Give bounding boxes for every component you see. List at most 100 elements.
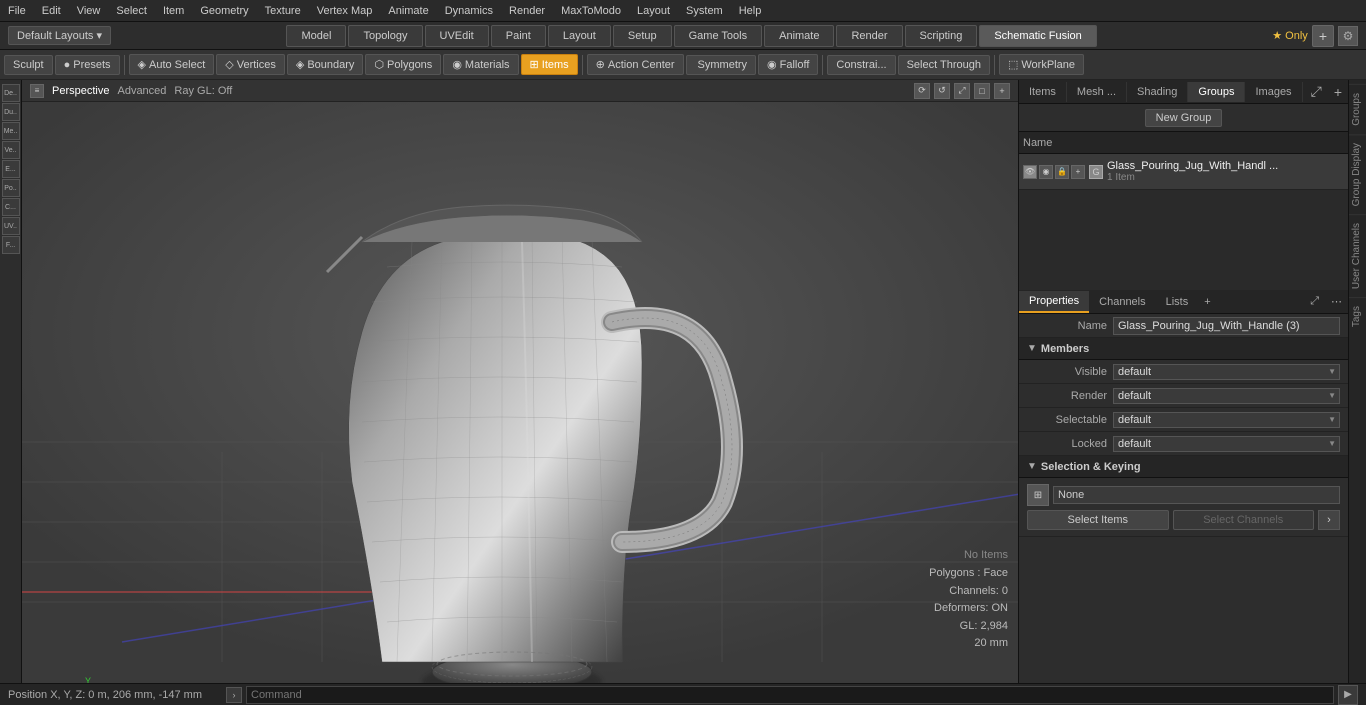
tab-paint[interactable]: Paint [491,25,546,47]
tab-uvedit[interactable]: UVEdit [425,25,489,47]
menu-system[interactable]: System [678,3,731,19]
visible-dropdown[interactable]: default [1113,364,1340,380]
sidebar-item-7[interactable]: C... [2,198,20,216]
menu-item[interactable]: Item [155,3,192,19]
group-item[interactable]: 👁 ◉ 🔒 + G Glass_Pouring_Jug_With_Handl .… [1019,154,1348,190]
locked-dropdown[interactable]: default [1113,436,1340,452]
viewport-menu-icon[interactable]: ≡ [30,84,44,98]
viewport-shading-label[interactable]: Advanced [117,85,166,97]
members-section-header[interactable]: ▼ Members [1019,338,1348,360]
group-lock-icon[interactable]: 🔒 [1055,165,1069,179]
tab-schematic-fusion[interactable]: Schematic Fusion [979,25,1096,47]
edge-tab-user-channels[interactable]: User Channels [1349,214,1366,297]
sculpt-button[interactable]: Sculpt [4,55,53,75]
materials-button[interactable]: ◉ Materials [443,54,518,75]
group-visibility-icon[interactable]: 👁 [1023,165,1037,179]
edge-tab-groups[interactable]: Groups [1349,84,1366,134]
items-button[interactable]: ⊞ Items [521,54,578,75]
tab-scripting[interactable]: Scripting [905,25,978,47]
add-layout-button[interactable]: + [1312,25,1334,47]
viewport[interactable]: ≡ Perspective Advanced Ray GL: Off ⟳ ↺ ⤢… [22,80,1018,683]
polygons-button[interactable]: ⬡ Polygons [365,54,441,75]
tab-animate[interactable]: Animate [764,25,834,47]
menu-help[interactable]: Help [731,3,770,19]
tab-topology[interactable]: Topology [348,25,422,47]
select-through-button[interactable]: Select Through [898,55,990,75]
selectable-dropdown[interactable]: default [1113,412,1340,428]
sidebar-item-6[interactable]: Po.. [2,179,20,197]
render-dropdown[interactable]: default [1113,388,1340,404]
menu-texture[interactable]: Texture [257,3,309,19]
sidebar-item-5[interactable]: E... [2,160,20,178]
rp-expand-btn[interactable]: ⤢ [1305,81,1328,102]
tab-model[interactable]: Model [286,25,346,47]
menu-geometry[interactable]: Geometry [192,3,256,19]
sk-expand-button[interactable]: › [1318,510,1340,530]
tab-setup[interactable]: Setup [613,25,672,47]
sidebar-item-4[interactable]: Ve.. [2,141,20,159]
rp-tab-mesh[interactable]: Mesh ... [1067,82,1127,102]
props-tab-lists[interactable]: Lists [1156,292,1199,312]
new-group-button[interactable]: New Group [1145,109,1223,127]
menu-vertexmap[interactable]: Vertex Map [309,3,381,19]
command-icon[interactable]: › [226,687,242,703]
sk-section-header[interactable]: ▼ Selection & Keying [1019,456,1348,478]
viewport-btn-3[interactable]: ⤢ [954,83,970,99]
auto-select-button[interactable]: ◈ Auto Select [129,54,215,75]
sidebar-item-1[interactable]: De.. [2,84,20,102]
menu-edit[interactable]: Edit [34,3,69,19]
rp-tab-images[interactable]: Images [1245,82,1302,102]
menu-layout[interactable]: Layout [629,3,678,19]
sidebar-item-8[interactable]: UV.. [2,217,20,235]
sidebar-item-9[interactable]: F... [2,236,20,254]
group-expand-icon[interactable]: + [1071,165,1085,179]
menu-view[interactable]: View [69,3,109,19]
edge-tab-tags[interactable]: Tags [1349,297,1366,335]
rp-tab-items[interactable]: Items [1019,82,1067,102]
rp-more-btn[interactable]: + [1328,82,1348,102]
command-input[interactable] [246,686,1334,704]
viewport-canvas[interactable]: X Y Z No Items Polygons : Face Channels:… [22,102,1018,683]
props-tab-add[interactable]: + [1198,294,1216,310]
viewport-btn-4[interactable]: □ [974,83,990,99]
vertices-button[interactable]: ◇ Vertices [216,54,285,75]
viewport-perspective-label[interactable]: Perspective [52,85,109,97]
group-item-sub: 1 Item [1107,172,1278,183]
viewport-btn-1[interactable]: ⟳ [914,83,930,99]
props-more-btn[interactable]: ⋯ [1325,293,1348,310]
viewport-btn-5[interactable]: + [994,83,1010,99]
constraints-button[interactable]: Constrai... [827,55,895,75]
menu-render[interactable]: Render [501,3,553,19]
rp-tab-shading[interactable]: Shading [1127,82,1188,102]
boundary-button[interactable]: ◈ Boundary [287,54,364,75]
name-input[interactable] [1113,317,1340,335]
settings-icon[interactable]: ⚙ [1338,26,1358,46]
group-render-icon[interactable]: ◉ [1039,165,1053,179]
menu-maxtomodo[interactable]: MaxToModo [553,3,629,19]
edge-tab-group-display[interactable]: Group Display [1349,134,1366,214]
viewport-btn-2[interactable]: ↺ [934,83,950,99]
workplane-button[interactable]: ⬚ WorkPlane [999,54,1084,75]
presets-button[interactable]: ● Presets [55,55,120,75]
select-items-button[interactable]: Select Items [1027,510,1169,530]
rp-tab-groups[interactable]: Groups [1188,82,1245,102]
props-tab-channels[interactable]: Channels [1089,292,1155,312]
select-channels-button[interactable]: Select Channels [1173,510,1315,530]
command-run-button[interactable]: ▶ [1338,685,1358,705]
menu-file[interactable]: File [0,3,34,19]
menu-select[interactable]: Select [108,3,155,19]
action-center-button[interactable]: ⊕ Action Center [587,54,684,75]
sidebar-item-2[interactable]: Du.. [2,103,20,121]
tab-gametools[interactable]: Game Tools [674,25,763,47]
sidebar-item-3[interactable]: Me.. [2,122,20,140]
menu-animate[interactable]: Animate [380,3,436,19]
tab-render[interactable]: Render [836,25,902,47]
tab-layout[interactable]: Layout [548,25,611,47]
props-expand-btn[interactable]: ⤢ [1304,293,1325,310]
layout-dropdown[interactable]: Default Layouts ▾ [8,26,111,45]
props-tab-properties[interactable]: Properties [1019,291,1089,313]
menu-dynamics[interactable]: Dynamics [437,3,501,19]
symmetry-button[interactable]: Symmetry [686,55,757,75]
falloff-button[interactable]: ◉ Falloff [758,54,818,75]
sk-grid-icon[interactable]: ⊞ [1027,484,1049,506]
